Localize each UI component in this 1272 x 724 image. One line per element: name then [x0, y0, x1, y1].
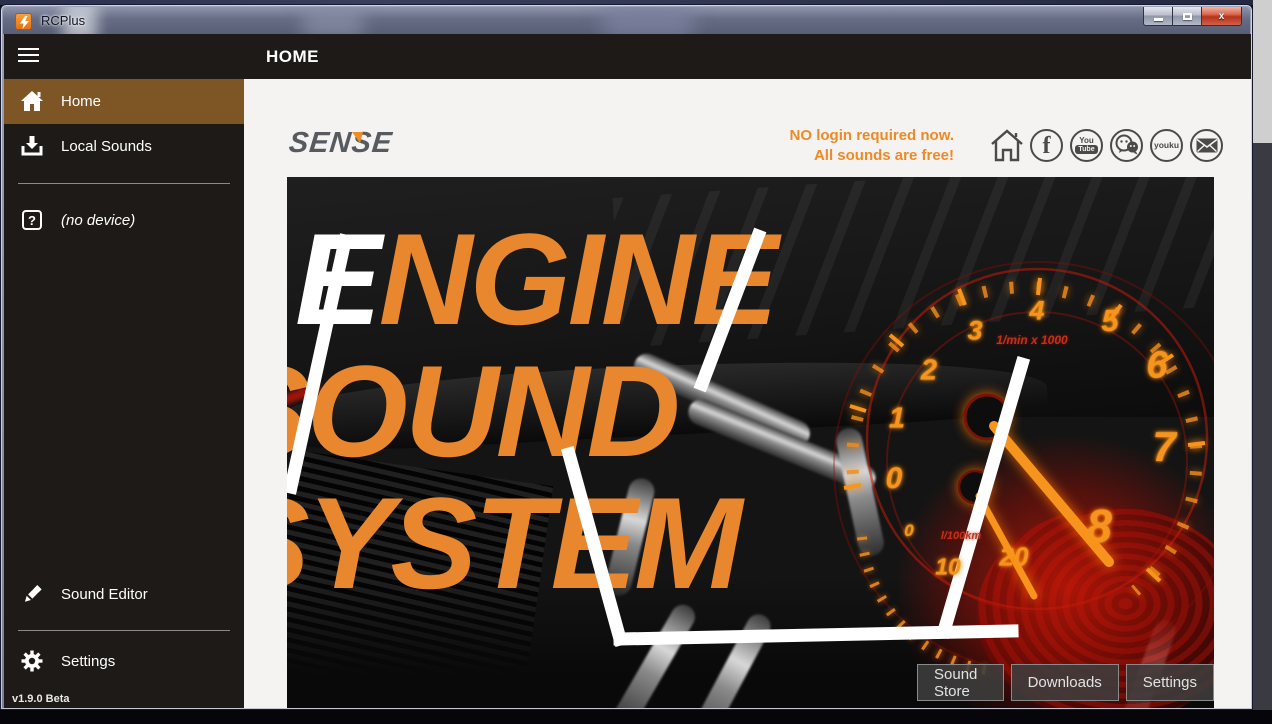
- sidebar-spacer: [4, 243, 244, 572]
- tach-number: 0: [886, 462, 903, 496]
- sidebar: Home Local Sounds ? (no device): [4, 79, 244, 708]
- tach-small-number: 10: [935, 554, 961, 581]
- tach-number: 2: [921, 355, 937, 388]
- hero-banner: ENGINE SOUND SYSTEM: [287, 177, 1214, 708]
- maximize-icon: [1183, 13, 1192, 20]
- facebook-icon[interactable]: f: [1028, 127, 1065, 164]
- sidebar-item-sound-editor[interactable]: Sound Editor: [4, 572, 244, 617]
- sidebar-item-settings[interactable]: Settings: [4, 639, 244, 684]
- minimize-icon: [1154, 18, 1163, 21]
- tach-number: 8: [1086, 499, 1112, 553]
- close-icon: x: [1219, 11, 1225, 22]
- sidebar-item-device[interactable]: ? (no device): [4, 198, 244, 243]
- home-icon: [20, 89, 44, 113]
- sidebar-item-local-sounds[interactable]: Local Sounds: [4, 124, 244, 169]
- tach-number: 6: [1146, 345, 1167, 388]
- sidebar-item-home[interactable]: Home: [4, 79, 244, 124]
- sidebar-item-label: Settings: [61, 653, 115, 670]
- pencil-icon: [20, 582, 44, 606]
- engine-photo: [287, 177, 1214, 417]
- sidebar-divider: [18, 183, 230, 184]
- sidebar-item-label: (no device): [61, 212, 135, 229]
- tachometer-overlay: [287, 177, 1214, 708]
- sound-store-button[interactable]: Sound Store: [917, 664, 1004, 701]
- settings-button[interactable]: Settings: [1126, 664, 1214, 701]
- titlebar-glass-blur: [303, 7, 363, 34]
- home-link-icon[interactable]: [988, 127, 1025, 164]
- mail-icon[interactable]: [1188, 127, 1225, 164]
- question-icon: ?: [20, 208, 44, 232]
- desktop-edge-right: [1253, 0, 1272, 724]
- titlebar[interactable]: RCPlus x: [3, 7, 1250, 34]
- sidebar-divider: [18, 630, 230, 631]
- maximize-button[interactable]: [1173, 7, 1202, 26]
- hero-title-line1: ENGINE: [295, 213, 1214, 345]
- hero-button-row: Sound Store Downloads Settings: [917, 664, 1214, 701]
- desktop-edge-bottom: [0, 710, 1272, 724]
- top-nav-bar: HOME: [4, 34, 1251, 79]
- downloads-button[interactable]: Downloads: [1011, 664, 1119, 701]
- gear-icon: [20, 649, 44, 673]
- download-icon: [20, 134, 44, 158]
- menu-hamburger-icon[interactable]: [18, 48, 44, 66]
- page-title: HOME: [266, 47, 319, 67]
- tach-unit-label: 1/min x 1000: [996, 333, 1067, 347]
- hero-title-line3: SYSTEM: [287, 477, 1214, 609]
- tach-small-number: 0: [904, 521, 913, 541]
- tach-number: 4: [1029, 296, 1044, 327]
- hero-title-line2: SOUND: [287, 345, 1214, 477]
- tach-small-unit-label: l/100km: [941, 530, 981, 542]
- youtube-icon[interactable]: You Tube: [1068, 127, 1105, 164]
- wechat-icon[interactable]: [1108, 127, 1145, 164]
- titlebar-glass-blur: [603, 7, 693, 34]
- sense-logo: SENSE: [289, 127, 429, 159]
- sense-logo-accent: [352, 132, 363, 143]
- youku-icon[interactable]: youku: [1148, 127, 1185, 164]
- app-window: RCPlus x HOME Home: [0, 4, 1253, 710]
- tach-number: 1: [889, 403, 905, 436]
- tach-number: 3: [967, 316, 982, 347]
- sidebar-item-label: Local Sounds: [61, 138, 152, 155]
- white-s-shape: [291, 236, 1022, 639]
- window-title: RCPlus: [41, 13, 85, 28]
- version-label: v1.9.0 Beta: [12, 693, 69, 705]
- client-area: HOME Home Local Soun: [4, 34, 1251, 708]
- minimize-button[interactable]: [1143, 7, 1173, 26]
- tach-small-number: 20: [1000, 542, 1029, 573]
- sidebar-item-label: Home: [61, 93, 101, 110]
- tach-number: 7: [1152, 423, 1175, 471]
- tach-number: 5: [1101, 303, 1118, 339]
- sidebar-item-label: Sound Editor: [61, 586, 148, 603]
- social-links: f You Tube: [988, 126, 1225, 164]
- notice-text: NO login required now. All sounds are fr…: [704, 126, 954, 166]
- app-logo-icon: [15, 13, 32, 30]
- close-button[interactable]: x: [1202, 7, 1242, 26]
